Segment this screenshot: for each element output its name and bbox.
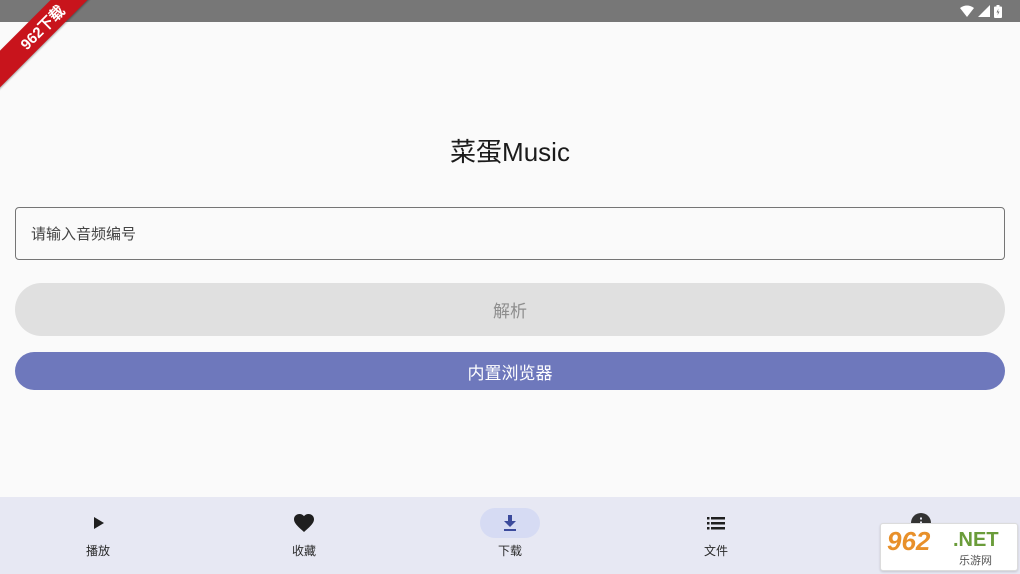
download-icon <box>504 515 516 531</box>
watermark-net: .NET <box>953 529 999 551</box>
nav-item-downloads[interactable]: 下载 <box>407 497 613 574</box>
heart-icon <box>294 514 314 532</box>
watermark-logo: 962 .NET 乐游网 <box>880 523 1018 571</box>
parse-button[interactable]: 解析 <box>15 283 1005 336</box>
audio-id-input[interactable] <box>16 208 1004 259</box>
nav-label-downloads: 下载 <box>497 544 522 558</box>
watermark-number: 962 <box>887 526 931 556</box>
built-in-browser-button-label: 内置浏览器 <box>467 363 553 384</box>
nav-label-favorites: 收藏 <box>291 544 316 558</box>
nav-label-play: 播放 <box>85 544 110 558</box>
nav-pill-files <box>686 508 746 538</box>
nav-pill-play <box>68 508 128 538</box>
watermark-name: 乐游网 <box>959 554 992 567</box>
status-bar <box>0 0 1020 22</box>
nav-pill-downloads <box>480 508 540 538</box>
parse-button-label: 解析 <box>493 302 527 322</box>
list-icon <box>707 516 725 529</box>
nav-item-favorites[interactable]: 收藏 <box>201 497 407 574</box>
nav-label-files: 文件 <box>703 544 728 558</box>
status-icons <box>960 4 1002 18</box>
app-title: 菜蛋Music <box>450 137 570 167</box>
nav-pill-favorites <box>274 508 334 538</box>
nav-item-files[interactable]: 文件 <box>613 497 819 574</box>
cell-signal-icon <box>978 5 990 17</box>
audio-id-field <box>15 207 1005 260</box>
wifi-icon <box>960 5 974 17</box>
built-in-browser-button[interactable]: 内置浏览器 <box>15 352 1005 390</box>
play-icon <box>94 517 104 529</box>
bottom-navigation: 播放 收藏 下载 文件 <box>0 497 1020 574</box>
nav-item-play[interactable]: 播放 <box>0 497 201 574</box>
battery-icon <box>994 4 1002 18</box>
